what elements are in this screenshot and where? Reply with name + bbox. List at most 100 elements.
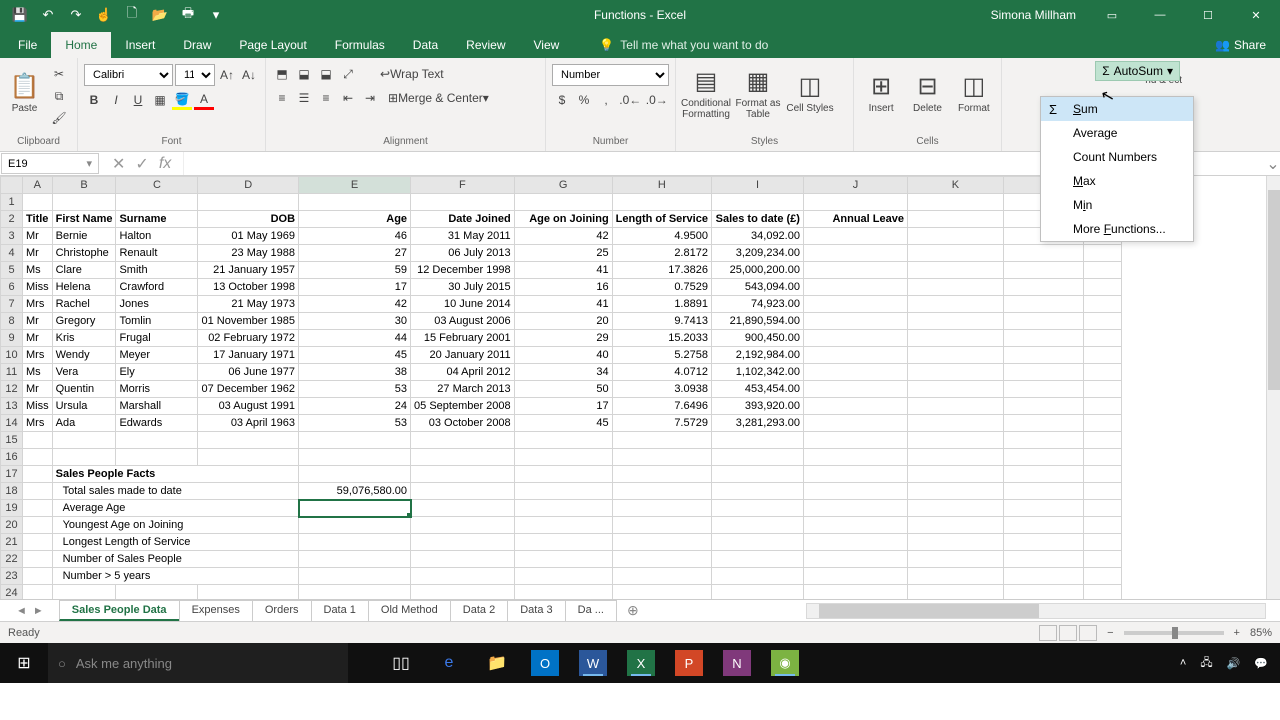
word-icon[interactable]: W (579, 650, 607, 676)
data-cell[interactable]: 06 July 2013 (411, 245, 515, 262)
row-header[interactable]: 5 (1, 262, 23, 279)
data-cell[interactable]: Morris (116, 381, 198, 398)
column-header[interactable] (1, 177, 23, 194)
cancel-formula-icon[interactable]: ✕ (112, 154, 125, 174)
autosum-count-item[interactable]: Count Numbers (1041, 145, 1193, 169)
data-cell[interactable]: Mrs (23, 347, 53, 364)
data-cell[interactable]: Miss (23, 279, 53, 296)
column-header[interactable]: C (116, 177, 198, 194)
data-cell[interactable]: 41 (514, 262, 612, 279)
data-cell[interactable]: Crawford (116, 279, 198, 296)
decrease-indent-icon[interactable]: ⇤ (338, 88, 358, 108)
tab-data[interactable]: Data (399, 32, 452, 58)
conditional-formatting-button[interactable]: ▤Conditional Formatting (682, 60, 730, 126)
column-header[interactable]: K (907, 177, 1003, 194)
share-button[interactable]: 👥 Share (1201, 32, 1280, 58)
data-cell[interactable]: 42 (299, 296, 411, 313)
data-cell[interactable]: Quentin (52, 381, 116, 398)
data-cell[interactable]: 25,000,200.00 (711, 262, 803, 279)
data-cell[interactable]: 17 (299, 279, 411, 296)
data-cell[interactable]: Bernie (52, 228, 116, 245)
zoom-level[interactable]: 85% (1250, 627, 1272, 639)
row-header[interactable]: 17 (1, 466, 23, 483)
row-header[interactable]: 13 (1, 398, 23, 415)
table-header-cell[interactable] (907, 211, 1003, 228)
align-right-icon[interactable]: ≡ (316, 88, 336, 108)
facts-value[interactable]: 59,076,580.00 (299, 483, 411, 500)
row-header[interactable]: 12 (1, 381, 23, 398)
facts-title[interactable]: Sales People Facts (52, 466, 298, 483)
data-cell[interactable]: 30 (299, 313, 411, 330)
data-cell[interactable]: Mrs (23, 415, 53, 432)
row-header[interactable]: 10 (1, 347, 23, 364)
row-header[interactable]: 21 (1, 534, 23, 551)
data-cell[interactable] (803, 245, 907, 262)
open-icon[interactable]: 📂 (148, 3, 172, 27)
comma-format-icon[interactable]: , (596, 90, 616, 110)
data-cell[interactable]: 01 November 1985 (198, 313, 299, 330)
percent-format-icon[interactable]: % (574, 90, 594, 110)
data-cell[interactable] (907, 262, 1003, 279)
zoom-out-icon[interactable]: − (1107, 627, 1113, 639)
data-cell[interactable] (907, 381, 1003, 398)
data-cell[interactable]: 9.7413 (612, 313, 711, 330)
data-cell[interactable]: 17 January 1971 (198, 347, 299, 364)
row-header[interactable]: 22 (1, 551, 23, 568)
data-cell[interactable] (907, 279, 1003, 296)
data-cell[interactable]: 38 (299, 364, 411, 381)
data-cell[interactable] (803, 296, 907, 313)
facts-value[interactable] (299, 568, 411, 585)
data-cell[interactable]: Rachel (52, 296, 116, 313)
onenote-icon[interactable]: N (723, 650, 751, 676)
expand-formula-bar-icon[interactable]: ⌄ (1266, 152, 1280, 175)
column-header[interactable]: G (514, 177, 612, 194)
undo-icon[interactable]: ↶ (36, 3, 60, 27)
increase-font-icon[interactable]: A↑ (217, 65, 237, 85)
column-header[interactable]: F (411, 177, 515, 194)
data-cell[interactable]: 41 (514, 296, 612, 313)
ribbon-display-icon[interactable]: ▭ (1092, 0, 1132, 30)
data-cell[interactable]: Jones (116, 296, 198, 313)
data-cell[interactable]: 42 (514, 228, 612, 245)
facts-value[interactable] (299, 500, 411, 517)
powerpoint-icon[interactable]: P (675, 650, 703, 676)
redo-icon[interactable]: ↷ (64, 3, 88, 27)
action-center-icon[interactable]: 💬 (1254, 657, 1268, 670)
row-header[interactable]: 18 (1, 483, 23, 500)
page-break-view-icon[interactable] (1079, 625, 1097, 641)
user-name[interactable]: Simona Millham (991, 8, 1076, 22)
increase-decimal-icon[interactable]: .0← (618, 90, 643, 110)
align-bottom-icon[interactable]: ⬓ (316, 64, 336, 84)
row-header[interactable]: 11 (1, 364, 23, 381)
fx-icon[interactable]: fx (159, 155, 171, 173)
data-cell[interactable]: 543,094.00 (711, 279, 803, 296)
data-cell[interactable]: Smith (116, 262, 198, 279)
data-cell[interactable] (907, 398, 1003, 415)
file-explorer-icon[interactable]: 📁 (474, 643, 520, 683)
tab-review[interactable]: Review (452, 32, 519, 58)
data-cell[interactable]: 20 (514, 313, 612, 330)
format-as-table-button[interactable]: ▦Format as Table (734, 60, 782, 126)
data-cell[interactable]: Renault (116, 245, 198, 262)
data-cell[interactable] (907, 228, 1003, 245)
data-cell[interactable]: Mrs (23, 296, 53, 313)
data-cell[interactable] (803, 330, 907, 347)
autosum-min-item[interactable]: Min (1041, 193, 1193, 217)
data-cell[interactable]: Mr (23, 245, 53, 262)
data-cell[interactable]: 27 March 2013 (411, 381, 515, 398)
data-cell[interactable]: 01 May 1969 (198, 228, 299, 245)
align-middle-icon[interactable]: ⬓ (294, 64, 314, 84)
save-icon[interactable]: 💾 (8, 3, 32, 27)
data-cell[interactable] (907, 347, 1003, 364)
camtasia-icon[interactable]: ◉ (771, 650, 799, 676)
tray-up-icon[interactable]: ˄ (1180, 657, 1186, 669)
data-cell[interactable]: Ms (23, 262, 53, 279)
data-cell[interactable]: 10 June 2014 (411, 296, 515, 313)
data-cell[interactable] (907, 364, 1003, 381)
align-center-icon[interactable]: ☰ (294, 88, 314, 108)
data-cell[interactable]: Frugal (116, 330, 198, 347)
number-format-select[interactable]: Number (552, 64, 669, 86)
font-color-icon[interactable]: A (194, 90, 214, 110)
sheet-tab[interactable]: Data 3 (507, 600, 565, 621)
horizontal-scrollbar[interactable] (806, 603, 1266, 619)
